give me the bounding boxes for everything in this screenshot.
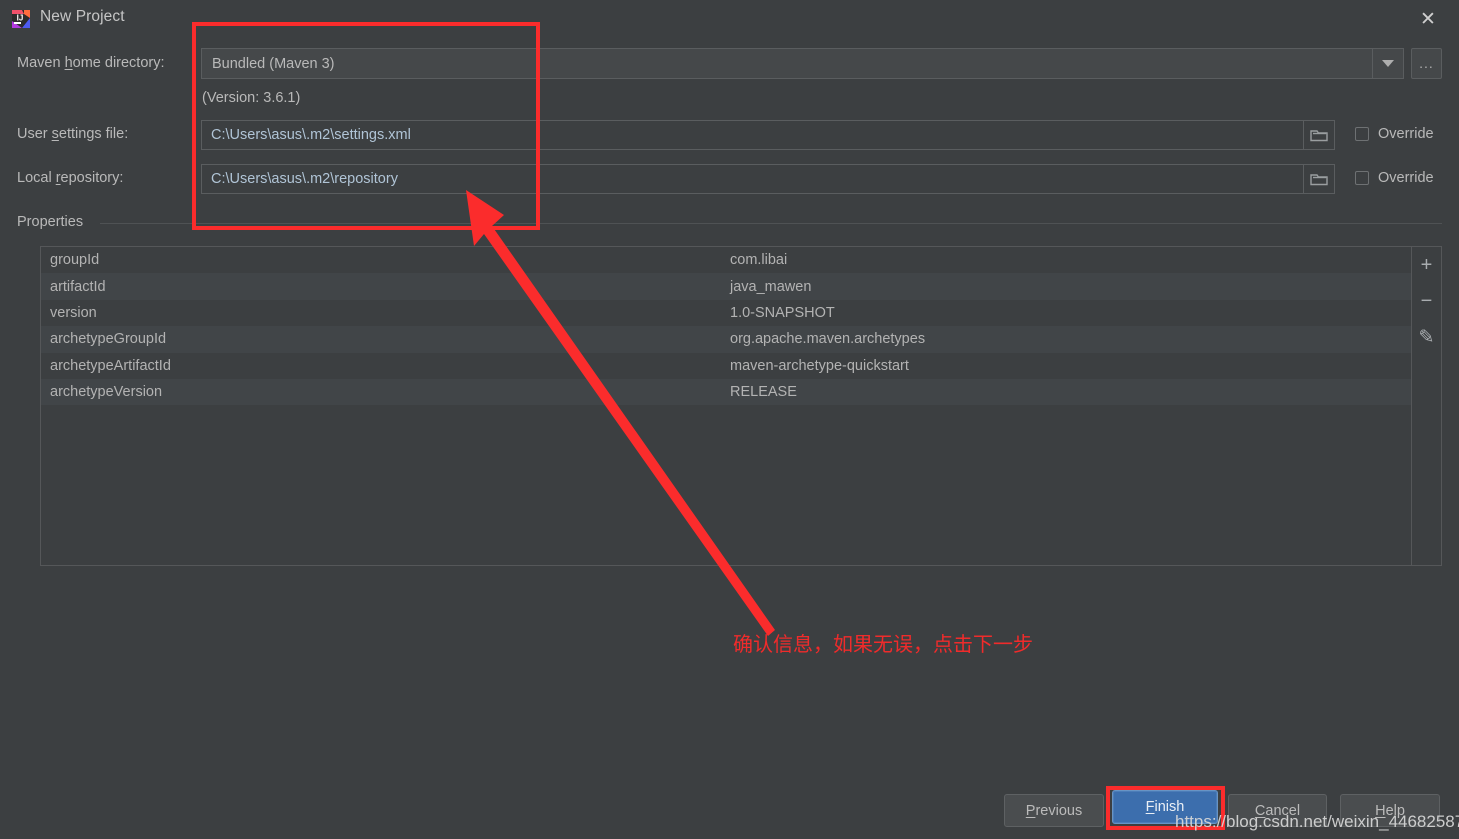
user-settings-field-group: C:\Users\asus\.m2\settings.xml: [201, 120, 1335, 150]
table-row[interactable]: archetypeArtifactId maven-archetype-quick…: [41, 352, 1411, 379]
maven-home-label-mnemonic: h: [64, 55, 73, 71]
local-repository-label-prefix: Local: [17, 170, 56, 186]
pencil-icon[interactable]: ✎: [1414, 325, 1440, 349]
user-settings-label-prefix: User: [17, 126, 52, 142]
user-settings-label-mnemonic: s: [51, 126, 59, 142]
local-repository-override-label: Override: [1378, 170, 1434, 186]
local-repository-input[interactable]: C:\Users\asus\.m2\repository: [201, 164, 1303, 194]
maven-version-note: (Version: 3.6.1): [202, 90, 301, 106]
property-value: org.apache.maven.archetypes: [730, 331, 926, 348]
finish-button-mnemonic: F: [1145, 799, 1155, 815]
chevron-down-icon[interactable]: [1372, 48, 1404, 79]
properties-toolbar: + − ✎: [1412, 246, 1442, 566]
maven-home-label: Maven home directory:: [17, 55, 165, 71]
user-settings-label: User settings file:: [17, 126, 128, 142]
minus-icon[interactable]: −: [1414, 289, 1440, 313]
maven-home-label-suffix: ome directory:: [72, 55, 165, 71]
table-row[interactable]: artifactId java_mawen: [41, 273, 1411, 300]
chevron-down-glyph: [1382, 60, 1394, 67]
properties-table[interactable]: groupId com.libai artifactId java_mawenvers…: [40, 246, 1412, 566]
user-settings-override-label: Override: [1378, 126, 1434, 142]
property-key: archetypeArtifactId: [50, 357, 171, 374]
property-key: artifactId: [50, 278, 106, 295]
local-repository-label-suffix: epository:: [60, 170, 124, 186]
table-row[interactable]: archetypeVersion RELEASE: [41, 378, 1411, 406]
property-value: maven-archetype-quickstart: [730, 357, 909, 374]
property-key: archetypeGroupId: [50, 331, 167, 348]
user-settings-label-suffix: ettings file:: [58, 126, 129, 142]
property-value: RELEASE: [730, 384, 797, 401]
property-key: version: [50, 304, 97, 321]
property-value: com.libai: [730, 252, 788, 269]
table-row[interactable]: archetypeGroupId org.apache.maven.archety…: [41, 326, 1411, 353]
window-title: New Project: [40, 8, 125, 25]
local-repository-field-group: C:\Users\asus\.m2\repository: [201, 164, 1335, 194]
previous-button-mnemonic: P: [1025, 802, 1036, 819]
property-key: groupId: [50, 252, 100, 269]
intellij-idea-icon: IJ: [11, 9, 31, 29]
local-repository-override-checkbox[interactable]: Override: [1355, 170, 1434, 186]
maven-home-combobox[interactable]: Bundled (Maven 3): [201, 48, 1404, 79]
property-value: 1.0-SNAPSHOT: [730, 304, 835, 321]
svg-text:IJ: IJ: [17, 14, 24, 23]
properties-section-label: Properties: [17, 214, 92, 230]
table-row[interactable]: groupId com.libai: [41, 247, 1411, 274]
folder-icon[interactable]: [1303, 164, 1335, 194]
maven-home-label-prefix: Maven: [17, 55, 65, 71]
plus-icon[interactable]: +: [1414, 253, 1440, 277]
title-bar: IJ New Project ✕: [0, 0, 1459, 38]
local-repository-label: Local repository:: [17, 170, 123, 186]
maven-home-value[interactable]: Bundled (Maven 3): [201, 48, 1372, 79]
properties-separator: [100, 223, 1442, 224]
folder-icon[interactable]: [1303, 120, 1335, 150]
checkbox-box[interactable]: [1355, 171, 1369, 185]
previous-button[interactable]: Previous: [1004, 794, 1104, 827]
watermark-url: https://blog.csdn.net/weixin_44682587: [1175, 812, 1459, 831]
maven-home-browse-button[interactable]: ...: [1411, 48, 1442, 79]
table-row[interactable]: version 1.0-SNAPSHOT: [41, 299, 1411, 327]
user-settings-override-checkbox[interactable]: Override: [1355, 126, 1434, 142]
annotation-note-text: 确认信息，如果无误，点击下一步: [733, 632, 1033, 656]
checkbox-box[interactable]: [1355, 127, 1369, 141]
property-key: archetypeVersion: [50, 384, 163, 401]
user-settings-input[interactable]: C:\Users\asus\.m2\settings.xml: [201, 120, 1303, 150]
previous-button-label: revious: [1035, 802, 1083, 819]
close-icon[interactable]: ✕: [1405, 2, 1451, 36]
property-value: java_mawen: [730, 278, 812, 295]
